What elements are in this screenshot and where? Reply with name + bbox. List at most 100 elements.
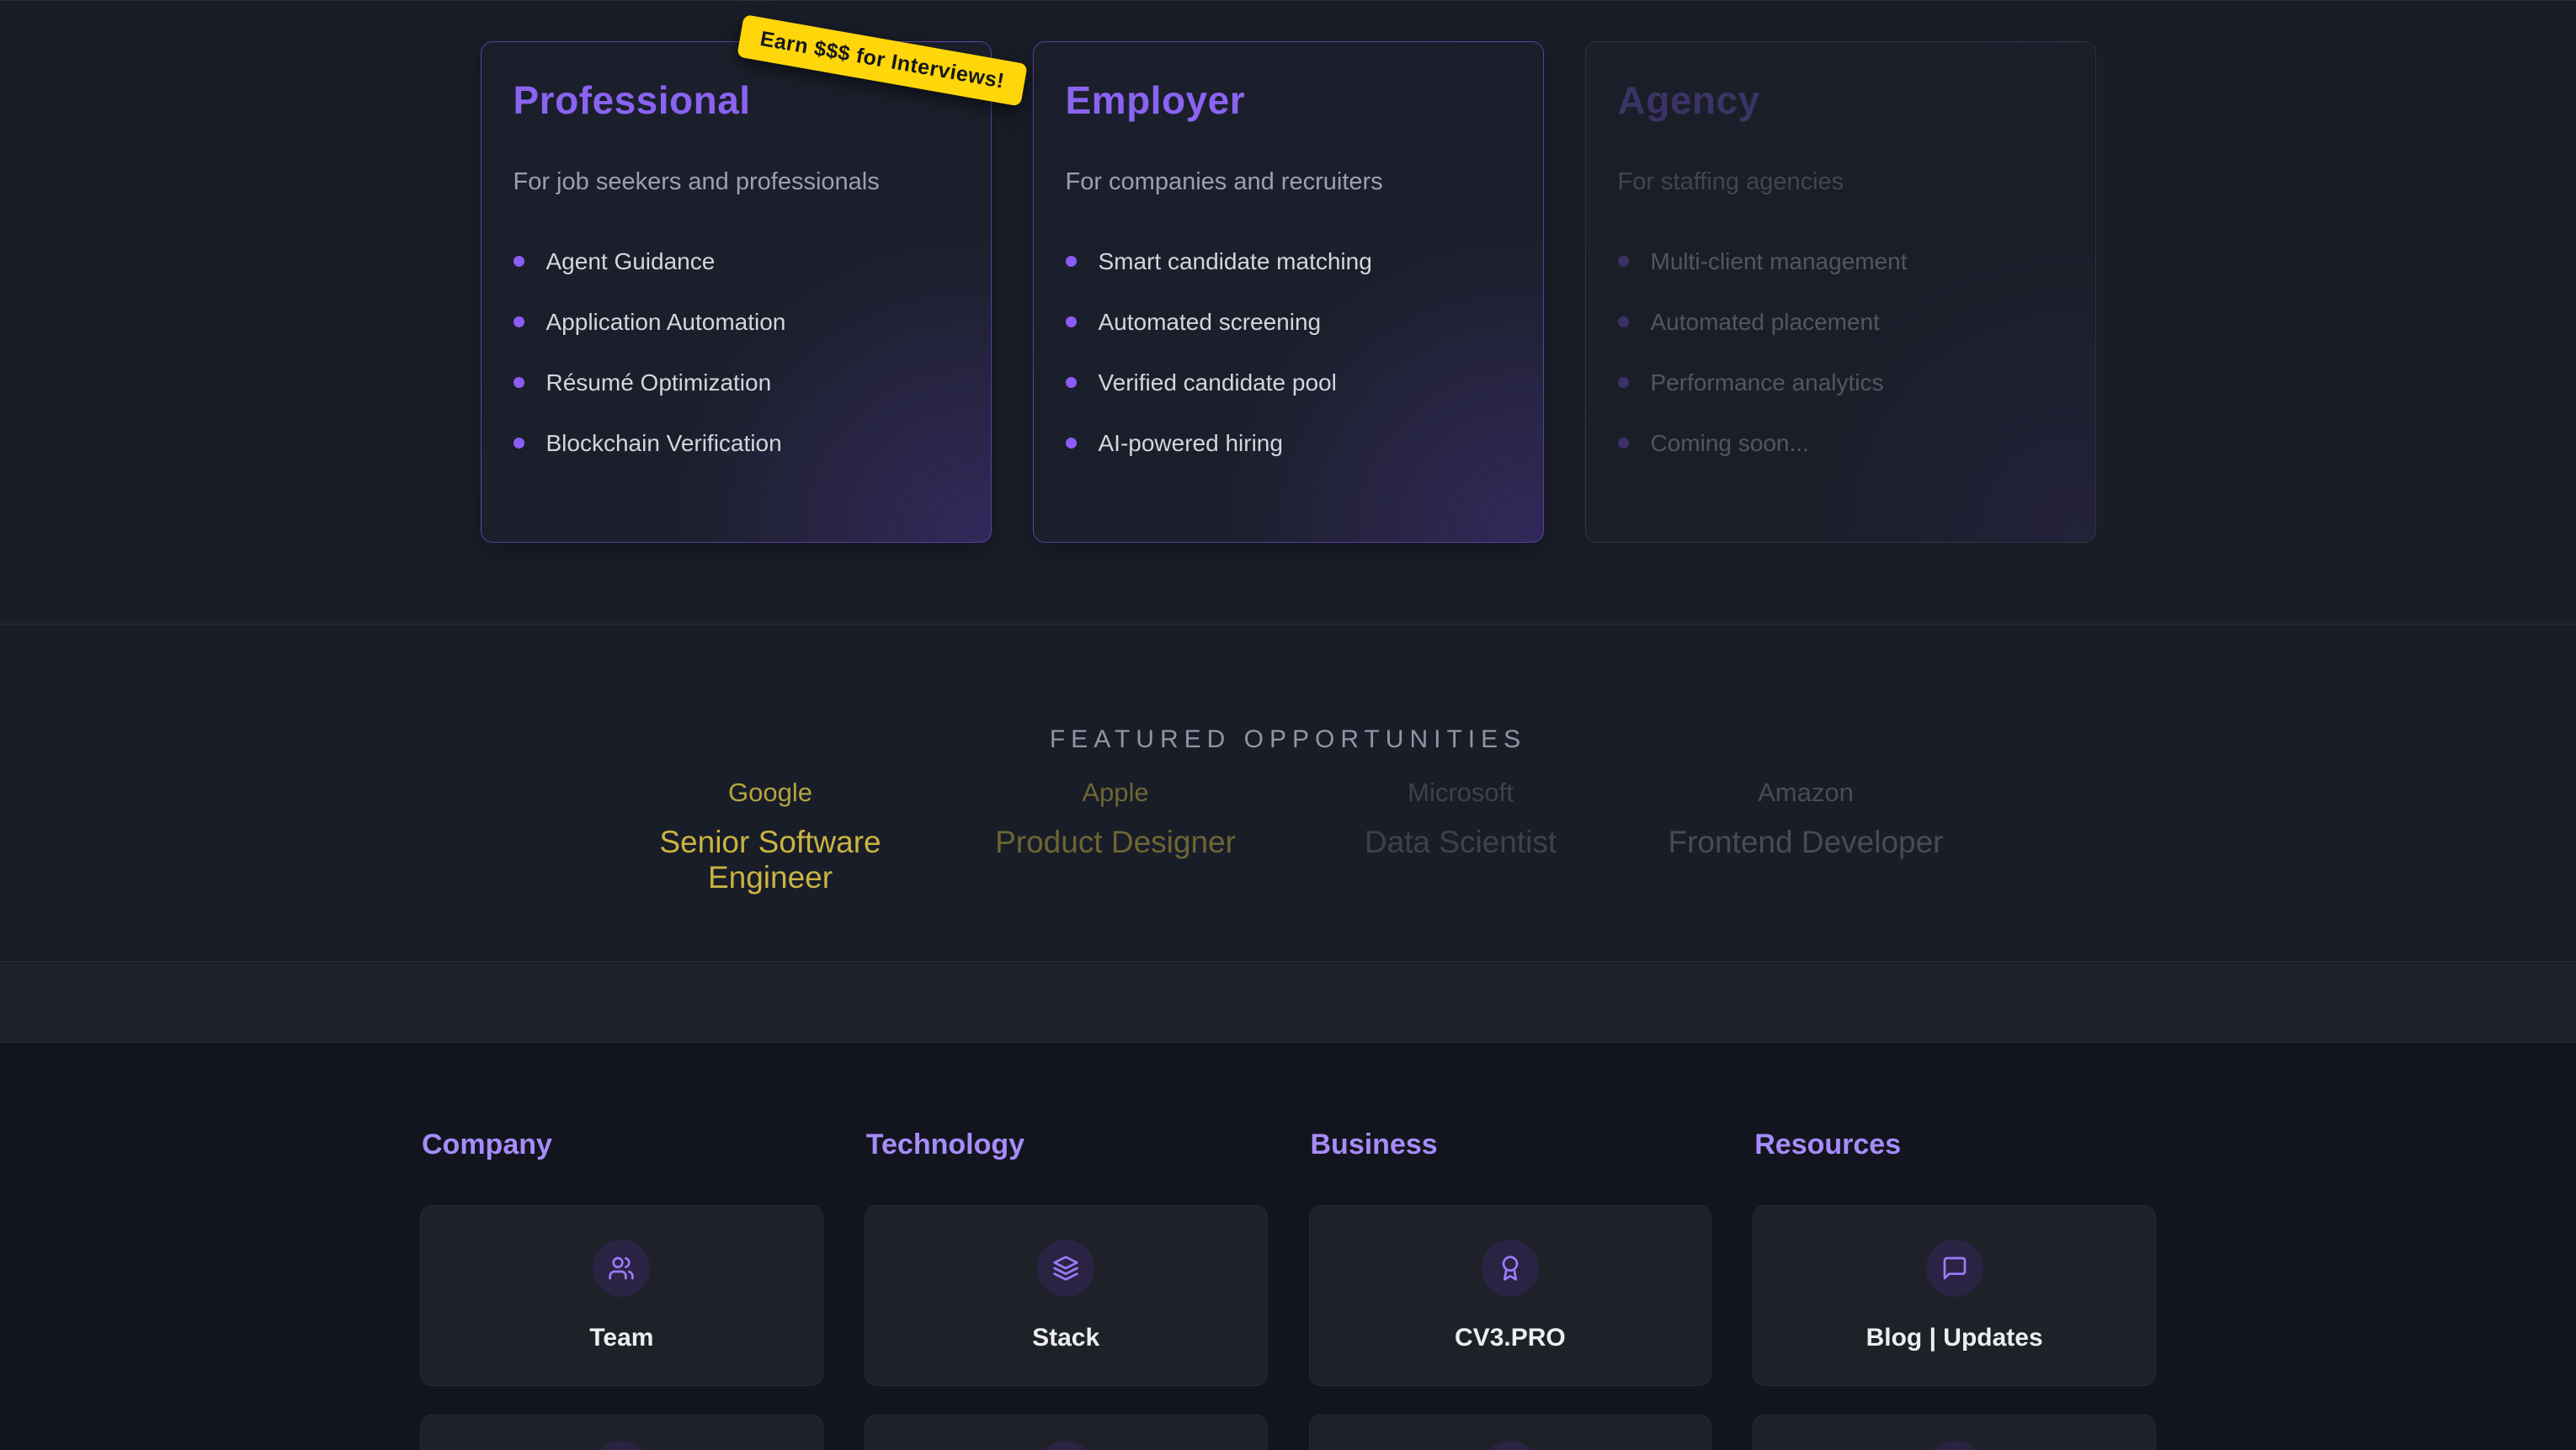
users-icon [593, 1240, 650, 1297]
featured-title: FEATURED OPPORTUNITIES [0, 725, 2576, 754]
bullet-dot-icon [1066, 438, 1077, 449]
plan-feature-item: Automated placement [1618, 309, 2063, 336]
featured-role: Senior Software Engineer [598, 825, 943, 896]
bullet-dot-icon [1618, 256, 1629, 267]
footer-card-partial[interactable] [1309, 1415, 1712, 1450]
plan-feature-item: Coming soon... [1618, 430, 2063, 457]
footer: Company Team Technology [0, 1043, 2576, 1450]
plan-subtitle: For job seekers and professionals [514, 168, 959, 196]
bullet-dot-icon [514, 438, 524, 449]
plan-feature-item: Multi-client management [1618, 248, 2063, 275]
featured-role: Data Scientist [1288, 825, 1633, 861]
hidden-icon [593, 1441, 650, 1450]
plan-feature-item: AI-powered hiring [1066, 430, 1511, 457]
featured-company: Google [598, 778, 943, 808]
footer-card-team[interactable]: Team [420, 1205, 823, 1386]
footer-card-label: CV3.PRO [1455, 1324, 1566, 1352]
featured-company: Microsoft [1288, 778, 1633, 808]
bullet-dot-icon [514, 316, 524, 327]
footer-column-heading: Technology [866, 1129, 1268, 1161]
footer-card-label: Blog | Updates [1866, 1324, 2043, 1352]
plan-feature-label: Coming soon... [1651, 430, 1809, 457]
footer-column-heading: Company [422, 1129, 823, 1161]
footer-column-technology: Technology Stack [865, 1129, 1268, 1450]
plan-feature-item: Smart candidate matching [1066, 248, 1511, 275]
plan-feature-list: Agent Guidance Application Automation Ré… [514, 248, 959, 457]
featured-company: Apple [943, 778, 1288, 808]
plan-feature-list: Multi-client management Automated placem… [1618, 248, 2063, 457]
featured-item: Microsoft Data Scientist [1288, 778, 1633, 896]
hidden-icon [1482, 1441, 1539, 1450]
featured-carousel: Google Senior Software Engineer Apple Pr… [0, 778, 2576, 896]
hidden-icon [1037, 1441, 1094, 1450]
footer-card-label: Team [589, 1324, 653, 1352]
footer-card-cv3pro[interactable]: CV3.PRO [1309, 1205, 1712, 1386]
footer-card-blog[interactable]: Blog | Updates [1753, 1205, 2156, 1386]
pricing-section: Earn $$$ for Interviews! Professional Fo… [0, 0, 2576, 624]
featured-company: Amazon [1633, 778, 1978, 808]
plan-feature-label: Smart candidate matching [1099, 248, 1372, 275]
plan-title: Employer [1066, 79, 1511, 122]
plan-feature-list: Smart candidate matching Automated scree… [1066, 248, 1511, 457]
footer-card-partial[interactable] [865, 1415, 1268, 1450]
section-divider-strip [0, 962, 2576, 1043]
plan-feature-item: Blockchain Verification [514, 430, 959, 457]
footer-card-label: Stack [1032, 1324, 1099, 1352]
plan-feature-label: Multi-client management [1651, 248, 1908, 275]
bullet-dot-icon [514, 256, 524, 267]
bullet-dot-icon [1066, 316, 1077, 327]
plan-feature-label: Verified candidate pool [1099, 369, 1337, 396]
plan-feature-label: Automated placement [1651, 309, 1880, 336]
plan-card-content: Employer For companies and recruiters Sm… [1066, 79, 1511, 457]
footer-card-partial[interactable] [420, 1415, 823, 1450]
plan-feature-label: Performance analytics [1651, 369, 1884, 396]
plan-feature-label: Résumé Optimization [546, 369, 772, 396]
message-icon [1926, 1240, 1983, 1297]
plan-feature-item: Performance analytics [1618, 369, 2063, 396]
featured-item: Google Senior Software Engineer [598, 778, 943, 896]
plan-subtitle: For companies and recruiters [1066, 168, 1511, 196]
bullet-dot-icon [1618, 377, 1629, 388]
plan-feature-item: Résumé Optimization [514, 369, 959, 396]
plan-card-employer[interactable]: Employer For companies and recruiters Sm… [1033, 41, 1544, 543]
footer-grid: Company Team Technology [420, 1129, 2156, 1450]
award-icon [1482, 1240, 1539, 1297]
plan-feature-item: Verified candidate pool [1066, 369, 1511, 396]
bullet-dot-icon [1066, 377, 1077, 388]
footer-column-resources: Resources Blog | Updates [1753, 1129, 2156, 1450]
plan-feature-label: Automated screening [1099, 309, 1322, 336]
footer-column-company: Company Team [420, 1129, 823, 1450]
featured-role: Product Designer [943, 825, 1288, 861]
plan-card-content: Agency For staffing agencies Multi-clien… [1618, 79, 2063, 457]
hidden-icon [1926, 1441, 1983, 1450]
footer-column-business: Business CV3.PRO [1309, 1129, 1712, 1450]
plan-feature-label: AI-powered hiring [1099, 430, 1283, 457]
layers-icon [1037, 1240, 1094, 1297]
plan-feature-item: Agent Guidance [514, 248, 959, 275]
bullet-dot-icon [1618, 438, 1629, 449]
plan-title: Professional [514, 79, 959, 122]
plan-card-agency: Agency For staffing agencies Multi-clien… [1585, 41, 2096, 543]
plan-subtitle: For staffing agencies [1618, 168, 2063, 196]
bullet-dot-icon [1618, 316, 1629, 327]
plan-cards-row: Professional For job seekers and profess… [0, 41, 2576, 543]
footer-card-partial[interactable] [1753, 1415, 2156, 1450]
plan-feature-item: Application Automation [514, 309, 959, 336]
featured-role: Frontend Developer [1633, 825, 1978, 861]
plan-card-professional[interactable]: Professional For job seekers and profess… [481, 41, 992, 543]
bullet-dot-icon [514, 377, 524, 388]
plan-feature-label: Application Automation [546, 309, 786, 336]
footer-column-heading: Business [1311, 1129, 1712, 1161]
footer-column-heading: Resources [1754, 1129, 2156, 1161]
plan-title: Agency [1618, 79, 2063, 122]
featured-item: Amazon Frontend Developer [1633, 778, 1978, 896]
plan-feature-label: Blockchain Verification [546, 430, 782, 457]
landing-page: Earn $$$ for Interviews! Professional Fo… [0, 0, 2576, 1450]
footer-card-stack[interactable]: Stack [865, 1205, 1268, 1386]
featured-opportunities-section: FEATURED OPPORTUNITIES Google Senior Sof… [0, 624, 2576, 962]
plan-feature-label: Agent Guidance [546, 248, 716, 275]
plan-card-content: Professional For job seekers and profess… [514, 79, 959, 457]
bullet-dot-icon [1066, 256, 1077, 267]
featured-item: Apple Product Designer [943, 778, 1288, 896]
plan-feature-item: Automated screening [1066, 309, 1511, 336]
